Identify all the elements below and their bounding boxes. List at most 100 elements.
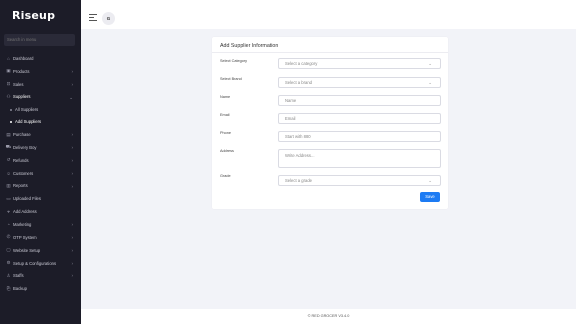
phone-field[interactable]: Start with 880 (278, 131, 441, 142)
phone-label: Phone (220, 131, 231, 135)
sidebar-item-label: OTP System (13, 234, 37, 240)
chevron-right-icon: › (71, 132, 74, 138)
staff-icon: ♙ (6, 272, 11, 278)
divider (212, 52, 448, 53)
name-field[interactable]: Name (278, 95, 441, 106)
sidebar-item-label: Add Address (13, 209, 37, 215)
brand-logo[interactable]: Riseup (12, 9, 55, 22)
sidebar-item-label: Purchase (13, 132, 31, 138)
chevron-right-icon: › (71, 183, 74, 189)
chevron-right-icon: › (71, 260, 74, 266)
sidebar-item-label: Setup & Configurations (13, 260, 57, 266)
users-icon: ⚇ (6, 93, 11, 99)
sidebar-item-suppliers[interactable]: ⚇ Suppliers ⌄ (0, 91, 81, 104)
chevron-right-icon: › (71, 81, 74, 87)
phone-placeholder: Start with 880 (285, 134, 311, 139)
email-field[interactable]: Email (278, 113, 441, 124)
sidebar-item-staffs[interactable]: ♙ Staffs › (0, 269, 81, 282)
location-icon: ⌖ (7, 209, 10, 215)
chevron-down-icon: ⌄ (428, 80, 432, 85)
sidebar-nav: ⌂ Dashboard ▣ Products › ⊡ Sales › ⚇ Suppliers ⌄ Al… (0, 52, 81, 295)
name-placeholder: Name (285, 98, 297, 103)
card-title: Add Supplier Information (220, 43, 279, 49)
sidebar-item-label: Sales (13, 81, 24, 87)
email-label: Email (220, 113, 230, 117)
brand-label: Select Brand (220, 77, 242, 81)
phone-icon: ✆ (6, 234, 11, 240)
sidebar-item-label: Refunds (13, 157, 29, 163)
category-select-value: Select a category (285, 61, 318, 66)
sidebar-item-label: Marketing (13, 221, 32, 227)
footer-text: © RED GROCER V3.4.0 (307, 314, 350, 318)
desktop-icon: ▢ (6, 247, 11, 253)
sidebar-item-products[interactable]: ▣ Products › (0, 65, 81, 78)
chevron-right-icon: › (71, 222, 74, 228)
bullet-icon (10, 120, 12, 123)
chevron-right-icon: › (71, 157, 74, 163)
cart-icon: ⊡ (6, 81, 11, 87)
grade-label: Grade (220, 174, 231, 178)
sidebar-item-uploaded-files[interactable]: ▭ Uploaded Files (0, 192, 81, 205)
chevron-right-icon: › (71, 273, 74, 279)
chevron-down-icon: ⌄ (428, 178, 432, 183)
brand-select-value: Select a brand (285, 80, 313, 85)
sidebar-item-all-suppliers[interactable]: All Suppliers (0, 103, 81, 115)
sidebar-item-label: Delivery Boy (13, 144, 37, 150)
chevron-right-icon: › (71, 68, 74, 74)
sidebar: Riseup ⌂Dashboard ▣Products › ⊡Sales › ⚇Suppl… (0, 0, 81, 324)
chevron-down-icon: ⌄ (428, 61, 432, 66)
sidebar-item-label: Website Setup (13, 247, 41, 253)
name-label: Name (220, 95, 231, 99)
sidebar-item-backup[interactable]: ⎘ Backup (0, 282, 81, 295)
folder-icon: ▭ (6, 195, 11, 201)
sidebar-item-label: Dashboard (13, 55, 34, 61)
sidebar-item-reports[interactable]: ▥ Reports › (0, 180, 81, 193)
megaphone-icon: ◔ (7, 221, 10, 227)
backup-icon: ⎘ (6, 286, 11, 292)
address-field[interactable]: Write Address... (278, 149, 441, 168)
category-select[interactable]: Select a category ⌄ (278, 58, 441, 69)
menu-search-input[interactable] (4, 34, 75, 46)
sidebar-item-purchase[interactable]: ▤ Purchase › (0, 128, 81, 141)
sidebar-item-otp-system[interactable]: ✆ OTP System › (0, 231, 81, 244)
address-label: Address (220, 149, 234, 153)
sidebar-item-label: Customers (13, 170, 34, 176)
sidebar-item-delivery-boy[interactable]: ⛟ Delivery Boy › (0, 141, 81, 154)
avatar[interactable]: G (102, 12, 115, 25)
sidebar-item-label: Suppliers (13, 94, 31, 100)
user-icon: ☺ (6, 170, 11, 176)
sidebar-item-dashboard[interactable]: ⌂ Dashboard (0, 52, 81, 65)
sidebar-item-add-address[interactable]: ⌖ Add Address (0, 205, 81, 218)
add-supplier-card: Add Supplier Information Select Category… (212, 37, 448, 209)
sidebar-item-label: Reports (13, 183, 28, 189)
category-label: Select Category (220, 59, 248, 63)
chevron-down-icon: ⌄ (69, 94, 73, 100)
sidebar-item-label: Backup (13, 286, 27, 292)
sidebar-item-refunds[interactable]: ↺ Refunds › (0, 154, 81, 167)
report-icon: ▥ (6, 182, 11, 188)
sidebar-item-website-setup[interactable]: ▢ Website Setup › (0, 244, 81, 257)
grade-select[interactable]: Select a grade ⌄ (278, 175, 441, 186)
sidebar-item-label: Add Suppliers (15, 119, 42, 125)
home-icon: ⌂ (7, 55, 10, 61)
sidebar-item-setup-configurations[interactable]: ⚙ Setup & Configurations › (0, 257, 81, 270)
bag-icon: ▤ (6, 131, 11, 137)
chevron-right-icon: › (71, 145, 74, 150)
truck-icon: ⛟ (5, 143, 12, 149)
sidebar-item-label: Uploaded Files (13, 196, 41, 202)
sidebar-item-label: Staffs (13, 273, 24, 279)
menu-toggle-icon[interactable] (89, 14, 97, 21)
sidebar-item-label: All Suppliers (15, 107, 39, 113)
bullet-icon (10, 108, 12, 111)
grade-select-value: Select a grade (285, 178, 313, 183)
chevron-right-icon: › (71, 170, 74, 176)
sidebar-item-sales[interactable]: ⊡ Sales › (0, 78, 81, 91)
refund-icon: ↺ (6, 157, 11, 163)
save-button[interactable]: Save (420, 192, 440, 202)
email-placeholder: Email (285, 116, 296, 121)
sidebar-item-add-suppliers[interactable]: Add Suppliers (0, 116, 81, 128)
sidebar-item-marketing[interactable]: ◔ Marketing › (0, 218, 81, 231)
brand-select[interactable]: Select a brand ⌄ (278, 77, 441, 88)
topbar: G (81, 0, 576, 29)
sidebar-item-customers[interactable]: ☺ Customers › (0, 167, 81, 180)
